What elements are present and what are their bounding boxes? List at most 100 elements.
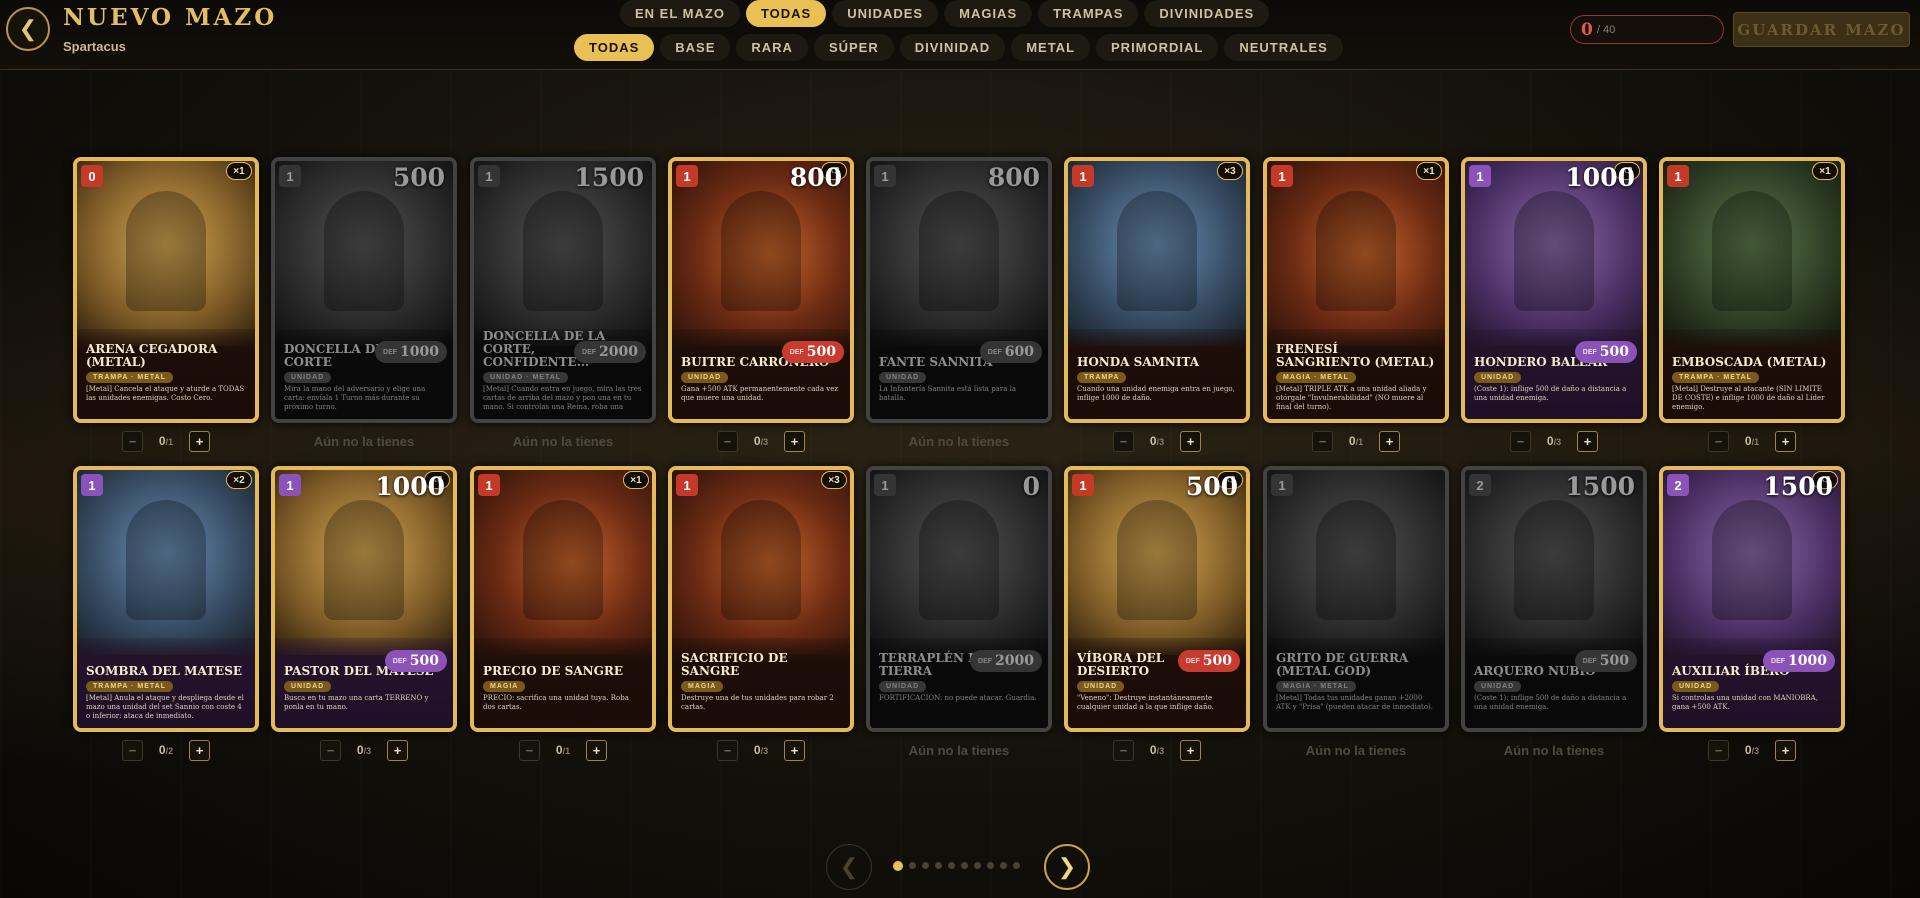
card-cost: 1 [279,165,301,187]
card[interactable]: 1 ×2 SOMBRA DEL MATESE TRAMPA · METAL [Metal… [73,466,259,732]
card-slot: 1 800 DEF 600 FANTE SANNITA UNIDAD La Infanter… [866,157,1052,452]
rarity-tab-súper[interactable]: SÚPER [813,34,894,61]
card-count-max: /3 [1156,437,1165,447]
rarity-tab-metal[interactable]: METAL [1011,34,1091,61]
tab-divinidades[interactable]: DIVINIDADES [1144,0,1270,27]
card[interactable]: 1 ×6 1000 DEF 500 PASTOR DEL MATESE UNIDAD Busc… [271,466,457,732]
card[interactable]: 2 1500 DEF 500 ARQUERO NUBIO UNIDAD (Coste 1):… [1461,466,1647,732]
card-art [1267,470,1445,655]
top-bar: ❮ NUEVO MAZO Spartacus EN EL MAZO TODAS UN… [0,0,1920,70]
save-deck-button[interactable]: GUARDAR MAZO [1733,12,1910,47]
rarity-tab-rara[interactable]: RARA [736,34,808,61]
card-slot: 1 ×6 1000 DEF 500 PASTOR DEL MATESE UNIDAD Busc… [271,466,457,761]
tab-todas[interactable]: TODAS [745,0,827,27]
increment-button[interactable]: + [387,739,408,761]
rarity-tab-todas[interactable]: TODAS [574,34,655,61]
prev-page-button[interactable]: ❮ [826,844,872,890]
card[interactable]: 0 ×1 ARENA CEGADORA (METAL) TRAMPA · METAL [… [73,157,259,423]
card-cost: 1 [874,474,896,496]
decrement-button[interactable]: − [122,739,143,761]
card-attack: 500 [1185,472,1238,501]
card[interactable]: 1 500 DEF 1000 DONCELLA DE LA CORTE UNIDAD Mir… [271,157,457,423]
card-count-max: /3 [1751,746,1760,756]
card-slot: 2 1500 DEF 500 ARQUERO NUBIO UNIDAD (Coste 1):… [1461,466,1647,761]
increment-button[interactable]: + [784,739,805,761]
deck-counter: 0 / 40 [1570,15,1724,44]
decrement-button[interactable]: − [122,430,143,452]
page-dot[interactable] [893,861,903,871]
not-owned-label: Aún no la tienes [1503,742,1605,758]
increment-button[interactable]: + [189,430,210,452]
tab-en-el-mazo[interactable]: EN EL MAZO [620,0,740,27]
card[interactable]: 1 ×3 HONDA SAMNITA TRAMPA Cuando una unidad … [1064,157,1250,423]
rarity-tab-base[interactable]: BASE [660,34,731,61]
card-defense-value: 500 [806,344,836,360]
tab-magias[interactable]: MAGIAS [944,0,1033,27]
card[interactable]: 1 ×3 SACRIFICIO DE SANGRE MAGIA Destruye una… [668,466,854,732]
card-name: SACRIFICIO DE SANGRE [681,651,788,678]
page-dot[interactable] [948,862,955,869]
decrement-button[interactable]: − [320,739,341,761]
page-dot[interactable] [1013,862,1020,869]
card-quantity-controls: − 0/3 + [668,739,854,761]
rarity-tab-divinidad[interactable]: DIVINIDAD [899,34,1006,61]
decrement-button[interactable]: − [1708,739,1729,761]
decrement-button[interactable]: − [1312,430,1333,452]
card[interactable]: 1 800 DEF 600 FANTE SANNITA UNIDAD La Infanter… [866,157,1052,423]
increment-button[interactable]: + [1775,430,1796,452]
def-label: DEF [1771,657,1786,665]
increment-button[interactable]: + [1180,430,1201,452]
increment-button[interactable]: + [1577,430,1598,452]
page-dot[interactable] [974,862,981,869]
tab-trampas[interactable]: TRAMPAS [1038,0,1139,27]
rarity-tab-neutrales[interactable]: NEUTRALES [1224,34,1343,61]
page-dot[interactable] [935,862,942,869]
increment-button[interactable]: + [189,739,210,761]
increment-button[interactable]: + [1775,739,1796,761]
next-page-button[interactable]: ❯ [1044,844,1090,890]
rarity-tab-primordial[interactable]: PRIMORDIAL [1096,34,1219,61]
page-dot[interactable] [909,862,916,869]
back-button[interactable]: ❮ [6,7,50,51]
page-dot[interactable] [987,862,994,869]
card-quantity-controls: − 0/1 + [1263,430,1449,452]
decrement-button[interactable]: − [717,430,738,452]
decrement-button[interactable]: − [1113,739,1134,761]
card[interactable]: 2 ×3 1500 DEF 1000 AUXILIAR ÍBERO UNIDAD Si con… [1659,466,1845,732]
card-cost: 0 [81,165,103,187]
card-defense-value: 500 [1599,344,1629,360]
card[interactable]: 1 ×3 1000 DEF 500 HONDERO BALEAR UNIDAD (Coste … [1461,157,1647,423]
plus-icon: + [1385,433,1394,449]
page-dot[interactable] [922,862,929,869]
decrement-button[interactable]: − [519,739,540,761]
page-dot[interactable] [961,862,968,869]
plus-icon: + [1781,742,1790,758]
increment-button[interactable]: + [1379,430,1400,452]
decrement-button[interactable]: − [717,739,738,761]
page-dot[interactable] [1000,862,1007,869]
card-count: 0/3 [1144,434,1170,448]
card-cost: 2 [1469,474,1491,496]
card-quantity-controls: − 0/3 + [271,739,457,761]
card[interactable]: 1 ×3 500 DEF 500 VÍBORA DEL DESIERTO UNIDAD "Ve… [1064,466,1250,732]
decrement-button[interactable]: − [1708,430,1729,452]
card[interactable]: 1 ×1 FRENESÍ SANGRIENTO (METAL) MAGIA · MET… [1263,157,1449,423]
card-defense: DEF 600 [979,341,1042,363]
card-name: ARENA CEGADORA (METAL) [86,342,218,369]
card-text-panel: HONDA SAMNITA TRAMPA Cuando una unidad ene… [1068,329,1246,419]
card-max-value: 3 [1159,437,1165,447]
card[interactable]: 1 ×3 800 DEF 500 BUITRE CARROÑERO UNIDAD Gana +… [668,157,854,423]
card-slot: 1 500 DEF 1000 DONCELLA DE LA CORTE UNIDAD Mir… [271,157,457,452]
card[interactable]: 1 GRITO DE GUERRA (METAL GOD) MAGIA · META… [1263,466,1449,732]
tab-unidades[interactable]: UNIDADES [832,0,939,27]
card[interactable]: 1 ×1 PRECIO DE SANGRE MAGIA PRECIO: sacrific… [470,466,656,732]
decrement-button[interactable]: − [1113,430,1134,452]
card[interactable]: 1 0 DEF 2000 TERRAPLÉN DE TIERRA UNIDAD FORTIF… [866,466,1052,732]
card[interactable]: 1 1500 DEF 2000 DONCELLA DE LA CORTE, CONFID… [470,157,656,423]
decrement-button[interactable]: − [1510,430,1531,452]
increment-button[interactable]: + [784,430,805,452]
card-quantity-controls: Aún no la tienes [866,739,1052,761]
increment-button[interactable]: + [586,739,607,761]
card[interactable]: 1 ×1 EMBOSCADA (METAL) TRAMPA · METAL [Metal… [1659,157,1845,423]
increment-button[interactable]: + [1180,739,1201,761]
